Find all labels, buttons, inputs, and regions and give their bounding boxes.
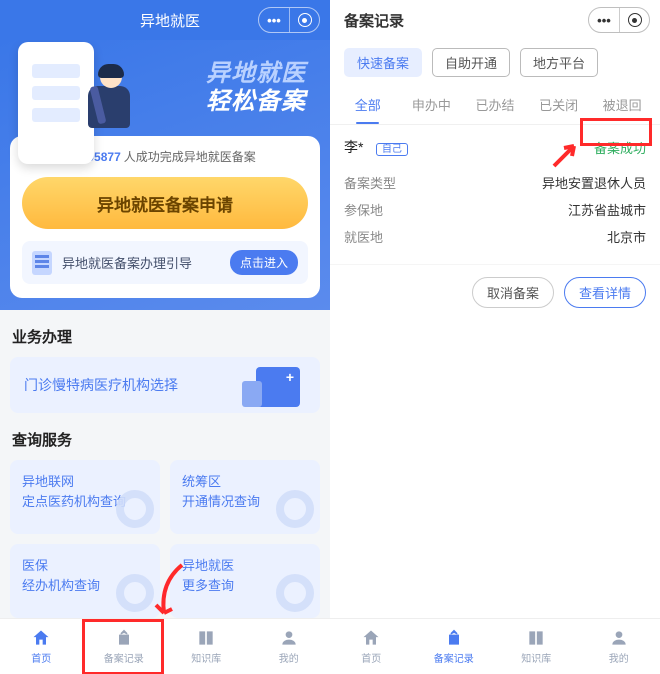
svc-insurance[interactable]: 医保经办机构查询 (10, 544, 160, 618)
section-biz-title: 业务办理 (12, 326, 318, 347)
tab-processing[interactable]: 申办中 (400, 85, 464, 124)
tab-home[interactable]: 首页 (0, 619, 83, 674)
record-actions: 取消备案 查看详情 (330, 265, 660, 320)
tab-knowledge[interactable]: 知识库 (495, 619, 578, 674)
document-icon (32, 251, 52, 275)
miniprogram-capsule[interactable]: ••• (588, 7, 650, 33)
left-screen: 异地就医 ••• 异地就医 轻松备案 已有 11595877 人成功完成异地就医… (0, 0, 330, 674)
tab-records[interactable]: 备案记录 (83, 619, 166, 674)
page-title: 备案记录 (344, 10, 588, 31)
record-item[interactable]: 李* 自己 备案成功 备案类型异地安置退休人员 参保地江苏省盐城市 就医地北京市 (330, 125, 660, 265)
tab-records[interactable]: 备案记录 (413, 619, 496, 674)
biz-card[interactable]: 门诊慢特病医疗机构选择 (10, 357, 320, 413)
close-icon[interactable] (289, 8, 319, 32)
main-scroll[interactable]: 业务办理 门诊慢特病医疗机构选择 查询服务 异地联网定点医药机构查询 统筹区开通… (0, 310, 330, 618)
hero-text-2: 轻松备案 (206, 88, 306, 116)
service-grid: 异地联网定点医药机构查询 统筹区开通情况查询 医保经办机构查询 异地就医更多查询 (10, 460, 320, 618)
tab-returned[interactable]: 被退回 (590, 85, 654, 124)
filter-row: 快速备案 自助开通 地方平台 (330, 40, 660, 85)
svc-region[interactable]: 统筹区开通情况查询 (170, 460, 320, 534)
person-illustration (80, 66, 138, 142)
hospital-icon (256, 367, 300, 407)
tab-closed[interactable]: 已关闭 (527, 85, 591, 124)
cancel-button[interactable]: 取消备案 (472, 277, 554, 308)
self-tag: 自己 (376, 143, 408, 156)
detail-button[interactable]: 查看详情 (564, 277, 646, 308)
section-query-title: 查询服务 (12, 429, 318, 450)
filter-self[interactable]: 自助开通 (432, 48, 510, 77)
guide-row[interactable]: 异地就医备案办理引导 点击进入 (22, 241, 308, 284)
close-icon[interactable] (619, 8, 649, 32)
right-screen: 备案记录 ••• 快速备案 自助开通 地方平台 全部 申办中 已办结 已关闭 被… (330, 0, 660, 674)
tab-knowledge[interactable]: 知识库 (165, 619, 248, 674)
hero-banner: 异地就医 轻松备案 已有 11595877 人成功完成异地就医备案 异地就医备案… (0, 40, 330, 310)
tab-home[interactable]: 首页 (330, 619, 413, 674)
more-icon[interactable]: ••• (589, 8, 619, 32)
filter-quick[interactable]: 快速备案 (344, 48, 422, 77)
filter-local[interactable]: 地方平台 (520, 48, 598, 77)
tab-mine[interactable]: 我的 (248, 619, 331, 674)
tab-mine[interactable]: 我的 (578, 619, 660, 674)
header: 异地就医 ••• (0, 0, 330, 40)
guide-label: 异地就医备案办理引导 (62, 253, 192, 272)
records-panel: 快速备案 自助开通 地方平台 全部 申办中 已办结 已关闭 被退回 李* 自己 … (330, 40, 660, 618)
tab-all[interactable]: 全部 (336, 85, 400, 124)
record-status: 备案成功 (594, 138, 646, 157)
tab-done[interactable]: 已办结 (463, 85, 527, 124)
status-tabs: 全部 申办中 已办结 已关闭 被退回 (330, 85, 660, 125)
apply-button[interactable]: 异地就医备案申请 (22, 177, 308, 229)
svc-more[interactable]: 异地就医更多查询 (170, 544, 320, 618)
header: 备案记录 ••• (330, 0, 660, 40)
tabbar: 首页 备案记录 知识库 我的 (0, 618, 330, 674)
record-name: 李* (344, 139, 363, 155)
tabbar: 首页 备案记录 知识库 我的 (330, 618, 660, 674)
hero-text-1: 异地就医 (206, 60, 306, 88)
guide-cta[interactable]: 点击进入 (230, 250, 298, 275)
svc-network[interactable]: 异地联网定点医药机构查询 (10, 460, 160, 534)
page-title: 异地就医 (64, 10, 276, 31)
